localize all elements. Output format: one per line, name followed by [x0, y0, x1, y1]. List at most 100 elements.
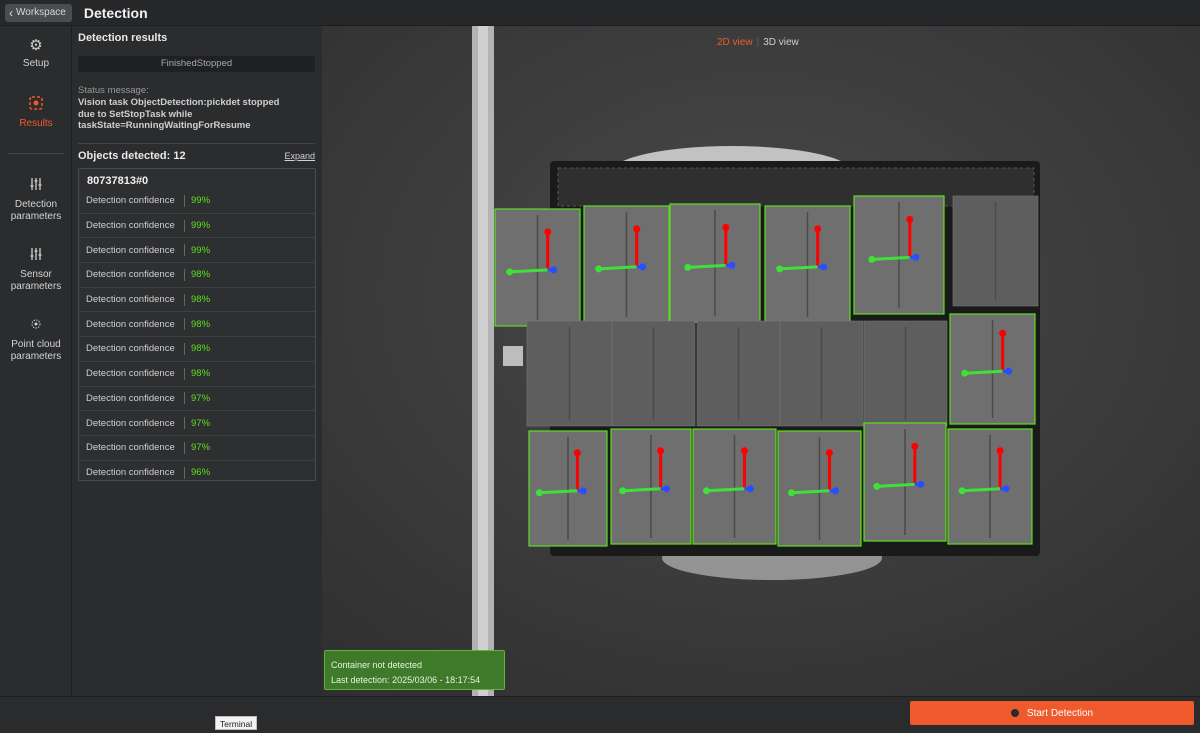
nav-item-label: Point cloud parameters	[10, 339, 62, 362]
confidence-value: 98%	[191, 343, 211, 355]
nav-divider	[8, 153, 64, 154]
confidence-label: Detection confidence	[86, 467, 175, 479]
z-axis-arrow-head	[906, 215, 914, 223]
confidence-value: 98%	[191, 318, 211, 330]
nav-item-point-cloud-parameters[interactable]: Point cloud parameters	[0, 317, 72, 363]
confidence-label: Detection confidence	[86, 318, 175, 330]
x-axis-arrow	[871, 255, 910, 261]
top-bar: ‹ Workspace Detection	[0, 0, 1200, 26]
x-axis-arrow-head	[873, 482, 881, 490]
x-axis-arrow-head	[868, 255, 876, 263]
y-axis-arrow-head	[917, 480, 925, 488]
container-status: Container not detected	[331, 660, 423, 670]
chevron-left-icon: ‹	[9, 5, 13, 20]
row-divider	[184, 318, 185, 331]
sliders-icon	[0, 247, 72, 265]
x-axis-arrow-head	[787, 489, 795, 497]
x-axis-arrow-head	[958, 487, 966, 495]
nav-item-label: Setup	[22, 58, 50, 69]
confidence-row: Detection confidence 97%	[79, 411, 315, 436]
nav-item-results[interactable]: Results	[0, 96, 72, 130]
x-axis-arrow	[687, 263, 726, 269]
row-divider	[184, 219, 185, 232]
x-axis-arrow	[539, 489, 578, 495]
back-button-label: Workspace	[16, 7, 66, 18]
confidence-label: Detection confidence	[86, 294, 175, 306]
confidence-row: Detection confidence 97%	[79, 387, 315, 412]
start-detection-button[interactable]: Start Detection	[910, 701, 1194, 725]
z-axis-arrow-head	[814, 225, 822, 233]
x-axis-arrow-head	[702, 487, 710, 495]
confidence-row: Detection confidence 98%	[79, 263, 315, 288]
expand-link[interactable]: Expand	[284, 151, 315, 161]
z-axis-arrow-head	[633, 225, 641, 233]
x-axis-arrow-head	[595, 265, 603, 273]
x-axis-arrow	[791, 489, 830, 495]
row-divider	[184, 342, 185, 355]
y-axis-arrow-head	[1002, 485, 1010, 493]
confidence-label: Detection confidence	[86, 392, 175, 404]
x-axis-arrow-head	[684, 263, 692, 271]
confidence-value: 97%	[191, 392, 211, 404]
z-axis-arrow-head	[996, 447, 1004, 455]
confidence-value: 98%	[191, 294, 211, 306]
z-axis-arrow-head	[573, 449, 581, 457]
x-axis-arrow	[779, 265, 818, 271]
results-title: Detection results	[78, 32, 168, 44]
confidence-label: Detection confidence	[86, 269, 175, 281]
status-message: Vision task ObjectDetection:pickdet stop…	[78, 97, 280, 131]
status-badge: FinishedStopped	[78, 56, 315, 72]
confidence-value: 99%	[191, 195, 211, 207]
sliders-icon	[0, 177, 72, 195]
row-divider	[184, 441, 185, 454]
x-axis-arrow	[509, 268, 548, 274]
y-axis-arrow-head	[820, 263, 828, 271]
nav-item-setup[interactable]: ⚙ Setup	[0, 38, 72, 70]
record-icon	[1010, 709, 1019, 717]
y-axis-arrow-head	[746, 485, 754, 493]
object-list[interactable]: 80737813#0 Detection confidence 99% Detect…	[78, 168, 316, 481]
row-divider	[184, 194, 185, 207]
confidence-label: Detection confidence	[86, 417, 175, 429]
confidence-value: 98%	[191, 368, 211, 380]
confidence-row: Detection confidence 98%	[79, 337, 315, 362]
side-nav: ⚙ Setup Results Detection parameters Sen…	[0, 26, 72, 696]
last-detection-label: Last detection:	[331, 675, 390, 685]
objects-detected-count: Objects detected: 12	[78, 150, 186, 162]
view-toggle: 2D view | 3D view	[717, 37, 799, 48]
x-axis-arrow-head	[535, 489, 543, 497]
confidence-row: Detection confidence 98%	[79, 312, 315, 338]
confidence-row: Detection confidence 97%	[79, 436, 315, 461]
nav-item-detection-parameters[interactable]: Detection parameters	[0, 177, 72, 223]
image-viewer[interactable]: 2D view | 3D view	[322, 26, 1200, 696]
detection-info-box: Container not detected Last detection: 2…	[324, 650, 505, 690]
confidence-row: Detection confidence 98%	[79, 362, 315, 387]
x-axis-arrow	[876, 482, 915, 488]
point-cloud-icon	[0, 317, 72, 335]
row-divider	[184, 466, 185, 479]
confidence-label: Detection confidence	[86, 442, 175, 454]
row-divider	[184, 268, 185, 281]
tab-2d-view[interactable]: 2D view	[717, 37, 753, 48]
gear-icon: ⚙	[29, 37, 43, 54]
status-message-label: Status message:	[78, 85, 149, 96]
y-axis-arrow-head	[912, 253, 920, 261]
x-axis-arrow-head	[506, 268, 514, 276]
nav-item-sensor-parameters[interactable]: Sensor parameters	[0, 247, 72, 293]
last-detection: Last detection: 2025/03/06 - 18:17:54	[331, 673, 504, 688]
results-panel: Detection results FinishedStopped Status…	[73, 26, 322, 696]
confidence-value: 97%	[191, 417, 211, 429]
y-axis-arrow-head	[550, 266, 558, 274]
camera-image	[322, 26, 1200, 696]
terminal-tooltip[interactable]: Terminal	[215, 716, 258, 730]
page-title: Detection	[83, 4, 148, 21]
back-to-workspace-button[interactable]: ‹ Workspace	[5, 3, 72, 22]
y-axis-arrow-head	[663, 485, 671, 493]
row-divider	[184, 392, 185, 405]
start-detection-label: Start Detection	[1026, 707, 1094, 719]
y-axis-arrow-head	[579, 487, 587, 495]
confidence-row: Detection confidence 96%	[79, 461, 315, 486]
confidence-value: 99%	[191, 244, 211, 256]
tab-3d-view[interactable]: 3D view	[763, 37, 799, 48]
confidence-value: 98%	[191, 269, 211, 281]
